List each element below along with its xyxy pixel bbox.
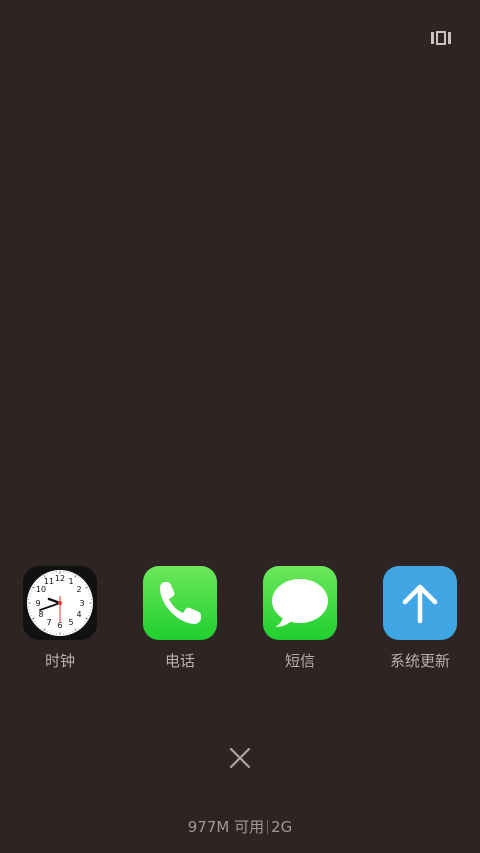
memory-status: 977M 可用 2G (0, 816, 480, 837)
app-label: 时钟 (44, 652, 75, 670)
app-label: 系统更新 (389, 652, 450, 670)
clock-number: 12 (55, 574, 65, 583)
recent-apps-list: 12 1 2 3 4 5 6 7 8 9 10 11 时钟 电话 短信 系统更新 (0, 566, 480, 676)
recent-app-phone[interactable]: 电话 (120, 566, 240, 676)
phone-icon (143, 566, 217, 640)
clock-number: 1 (68, 577, 73, 586)
clock-number: 9 (35, 599, 40, 608)
clock-number: 2 (76, 585, 81, 594)
app-label: 电话 (164, 652, 195, 670)
recent-app-system-update[interactable]: 系统更新 (360, 566, 480, 676)
clock-number: 3 (79, 599, 84, 608)
recent-app-messages[interactable]: 短信 (240, 566, 360, 676)
app-label: 短信 (284, 652, 315, 670)
clock-number: 4 (76, 610, 81, 619)
close-icon (229, 747, 251, 769)
recent-app-clock[interactable]: 12 1 2 3 4 5 6 7 8 9 10 11 时钟 (0, 566, 120, 676)
recent-apps-screen: 12 1 2 3 4 5 6 7 8 9 10 11 时钟 电话 短信 系统更新… (0, 0, 480, 853)
memory-total: 2G (271, 818, 293, 836)
clock-icon: 12 1 2 3 4 5 6 7 8 9 10 11 (23, 566, 97, 640)
arrow-up-icon (383, 566, 457, 640)
clock-number: 7 (46, 618, 51, 627)
clock-number: 11 (44, 577, 54, 586)
clock-number: 10 (36, 585, 46, 594)
clock-number: 5 (68, 618, 73, 627)
multi-window-icon (431, 31, 451, 45)
clock-number: 8 (38, 610, 43, 619)
divider (267, 820, 269, 834)
clear-all-button[interactable] (226, 744, 254, 772)
multi-window-button[interactable] (429, 29, 453, 47)
messages-icon (263, 566, 337, 640)
memory-available: 977M 可用 (187, 818, 265, 836)
